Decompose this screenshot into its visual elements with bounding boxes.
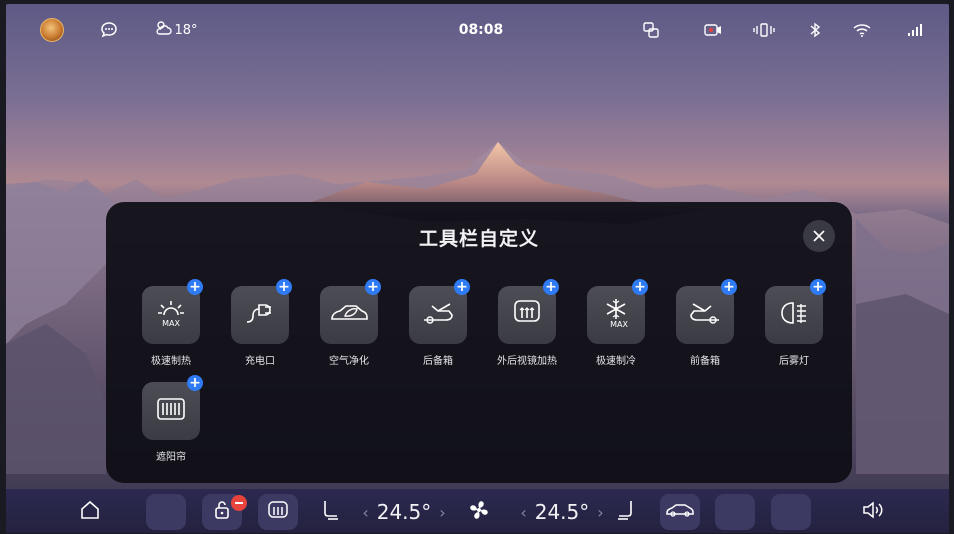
close-icon bbox=[813, 227, 825, 246]
bottom-dock: ‹ 24.5° › ‹ 24.5° › bbox=[6, 489, 949, 533]
left-temp-value: 24.5° bbox=[376, 500, 432, 524]
seat-left-button[interactable] bbox=[316, 494, 344, 530]
svg-text:MAX: MAX bbox=[162, 319, 180, 328]
rear-trunk-icon bbox=[420, 298, 456, 332]
snowflake-max-icon: MAX bbox=[599, 296, 633, 334]
seat-left-icon bbox=[319, 498, 341, 526]
car-screen: 18° 08:08 工具栏自定义 MAX + 极速制热 + 充电口 + 空气净化… bbox=[6, 4, 949, 533]
remove-badge[interactable] bbox=[231, 495, 247, 511]
sunshade-icon bbox=[154, 395, 188, 427]
avatar[interactable] bbox=[40, 18, 64, 42]
left-temp-increase[interactable]: › bbox=[439, 503, 445, 522]
rear-defrost-button[interactable] bbox=[258, 494, 298, 530]
right-temp-value: 24.5° bbox=[534, 500, 590, 524]
home-icon bbox=[79, 499, 101, 525]
tile-label: 后雾灯 bbox=[779, 356, 809, 367]
dock-slot[interactable] bbox=[771, 494, 811, 530]
tile-quick-cool[interactable]: MAX + 极速制冷 bbox=[577, 279, 655, 367]
air-purify-icon bbox=[329, 299, 369, 331]
add-badge[interactable]: + bbox=[543, 279, 559, 295]
weather-temperature: 18° bbox=[174, 22, 198, 38]
toolbar-customize-panel: 工具栏自定义 MAX + 极速制热 + 充电口 + 空气净化 + 后备箱 + 外… bbox=[106, 202, 852, 483]
car-icon bbox=[665, 501, 695, 523]
add-badge[interactable]: + bbox=[187, 279, 203, 295]
tile-charge-port[interactable]: + 充电口 bbox=[221, 279, 299, 367]
seat-right-button[interactable] bbox=[612, 494, 640, 530]
add-badge[interactable]: + bbox=[187, 375, 203, 391]
tile-label: 前备箱 bbox=[690, 356, 720, 367]
front-trunk-icon bbox=[687, 298, 723, 332]
close-button[interactable] bbox=[803, 220, 835, 252]
seat-right-icon bbox=[615, 498, 637, 526]
rear-defrost-icon bbox=[266, 499, 290, 525]
right-temp-control[interactable]: ‹ 24.5° › bbox=[514, 494, 610, 530]
dock-slot[interactable] bbox=[715, 494, 755, 530]
vibrate-icon[interactable] bbox=[751, 18, 777, 42]
dock-slot-empty[interactable] bbox=[715, 494, 755, 530]
car-button[interactable] bbox=[660, 494, 700, 530]
chat-bubble-icon[interactable] bbox=[98, 18, 120, 42]
tile-label: 极速制冷 bbox=[596, 356, 636, 367]
home-button[interactable] bbox=[70, 494, 110, 530]
charge-plug-icon bbox=[243, 298, 277, 332]
tile-rear-fog-light[interactable]: + 后雾灯 bbox=[755, 279, 833, 367]
tile-air-purify[interactable]: + 空气净化 bbox=[310, 279, 388, 367]
dock-slot[interactable] bbox=[146, 494, 186, 530]
weather-cloud-sun-icon bbox=[154, 19, 174, 41]
panel-title: 工具栏自定义 bbox=[418, 228, 539, 250]
sun-max-icon: MAX bbox=[154, 296, 188, 334]
fan-icon bbox=[467, 498, 491, 526]
add-badge[interactable]: + bbox=[454, 279, 470, 295]
tile-mirror-heat[interactable]: + 外后视镜加热 bbox=[488, 279, 566, 367]
svg-text:MAX: MAX bbox=[610, 320, 628, 329]
fan-button[interactable] bbox=[464, 494, 494, 530]
status-bar: 18° 08:08 bbox=[6, 4, 949, 56]
volume-button[interactable] bbox=[858, 494, 888, 530]
tile-front-trunk[interactable]: + 前备箱 bbox=[666, 279, 744, 367]
dock-slot-empty[interactable] bbox=[771, 494, 811, 530]
tile-label: 极速制热 bbox=[151, 356, 191, 367]
left-temp-control[interactable]: ‹ 24.5° › bbox=[356, 494, 452, 530]
add-badge[interactable]: + bbox=[365, 279, 381, 295]
lock-icon bbox=[213, 499, 231, 525]
wifi-icon[interactable] bbox=[851, 18, 873, 42]
add-badge[interactable]: + bbox=[810, 279, 826, 295]
camera-record-icon[interactable] bbox=[702, 18, 724, 42]
tile-quick-heat[interactable]: MAX + 极速制热 bbox=[132, 279, 210, 367]
right-temp-decrease[interactable]: ‹ bbox=[520, 503, 526, 522]
clock: 08:08 bbox=[458, 22, 504, 38]
bluetooth-icon[interactable] bbox=[806, 18, 824, 42]
tile-rear-trunk[interactable]: + 后备箱 bbox=[399, 279, 477, 367]
tile-sunshade[interactable]: + 遮阳帘 bbox=[132, 375, 210, 463]
add-badge[interactable]: + bbox=[632, 279, 648, 295]
screen-mirror-icon[interactable] bbox=[640, 18, 662, 42]
volume-icon bbox=[861, 500, 885, 524]
left-temp-decrease[interactable]: ‹ bbox=[362, 503, 368, 522]
tile-label: 空气净化 bbox=[329, 356, 369, 367]
tile-label: 遮阳帘 bbox=[156, 452, 186, 463]
rear-fog-light-icon bbox=[777, 298, 811, 332]
add-badge[interactable]: + bbox=[276, 279, 292, 295]
dock-slot[interactable] bbox=[660, 494, 700, 530]
tile-label: 后备箱 bbox=[423, 356, 453, 367]
tile-label: 充电口 bbox=[245, 356, 275, 367]
mirror-heat-icon bbox=[510, 298, 544, 332]
dock-slot[interactable] bbox=[258, 494, 298, 530]
right-temp-increase[interactable]: › bbox=[597, 503, 603, 522]
weather-widget[interactable]: 18° bbox=[151, 18, 201, 42]
add-badge[interactable]: + bbox=[721, 279, 737, 295]
signal-icon bbox=[905, 18, 925, 42]
tile-label: 外后视镜加热 bbox=[497, 356, 557, 367]
dock-slot-empty[interactable] bbox=[146, 494, 186, 530]
